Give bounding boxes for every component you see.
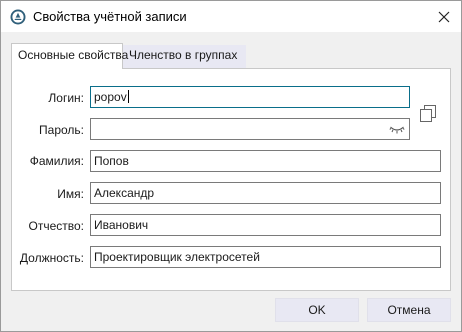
lastname-value: Попов [94, 154, 129, 168]
eye-closed-icon[interactable] [389, 123, 405, 135]
ok-button[interactable]: OK [275, 298, 359, 322]
position-label: Должность: [19, 251, 84, 265]
text-caret [127, 90, 129, 103]
window-title: Свойства учётной записи [33, 9, 187, 24]
middlename-label: Отчество: [28, 219, 85, 233]
app-logo-icon [10, 9, 26, 25]
cancel-button[interactable]: Отмена [367, 298, 451, 322]
title-bar: Свойства учётной записи [1, 1, 461, 32]
firstname-value: Александр [94, 186, 155, 200]
login-label: Логин: [48, 91, 84, 105]
lastname-input[interactable]: Попов [90, 150, 441, 172]
tab-group-membership[interactable]: Членство в группах [123, 45, 246, 68]
login-input[interactable]: popov [90, 86, 410, 108]
labels-column: Логин: Пароль: Фамилия: Имя: Отчество: Д… [12, 69, 84, 290]
copy-icon[interactable] [420, 105, 436, 122]
password-input[interactable] [90, 118, 410, 140]
firstname-label: Имя: [57, 187, 84, 201]
account-properties-dialog: Свойства учётной записи Основные свойств… [0, 0, 462, 332]
tab-basic-properties[interactable]: Основные свойства [11, 43, 128, 69]
close-icon [438, 11, 450, 22]
firstname-input[interactable]: Александр [90, 182, 441, 204]
dialog-footer: OK Отмена [1, 291, 461, 331]
tab-panel-basic: Логин: Пароль: Фамилия: Имя: Отчество: Д… [11, 68, 451, 291]
close-button[interactable] [427, 1, 461, 32]
middlename-value: Иванович [94, 218, 149, 232]
position-input[interactable]: Проектировщик электросетей [90, 246, 441, 268]
lastname-label: Фамилия: [29, 154, 84, 168]
password-label: Пароль: [39, 123, 84, 137]
position-value: Проектировщик электросетей [94, 250, 260, 264]
login-value: popov [94, 90, 127, 104]
middlename-input[interactable]: Иванович [90, 214, 441, 236]
